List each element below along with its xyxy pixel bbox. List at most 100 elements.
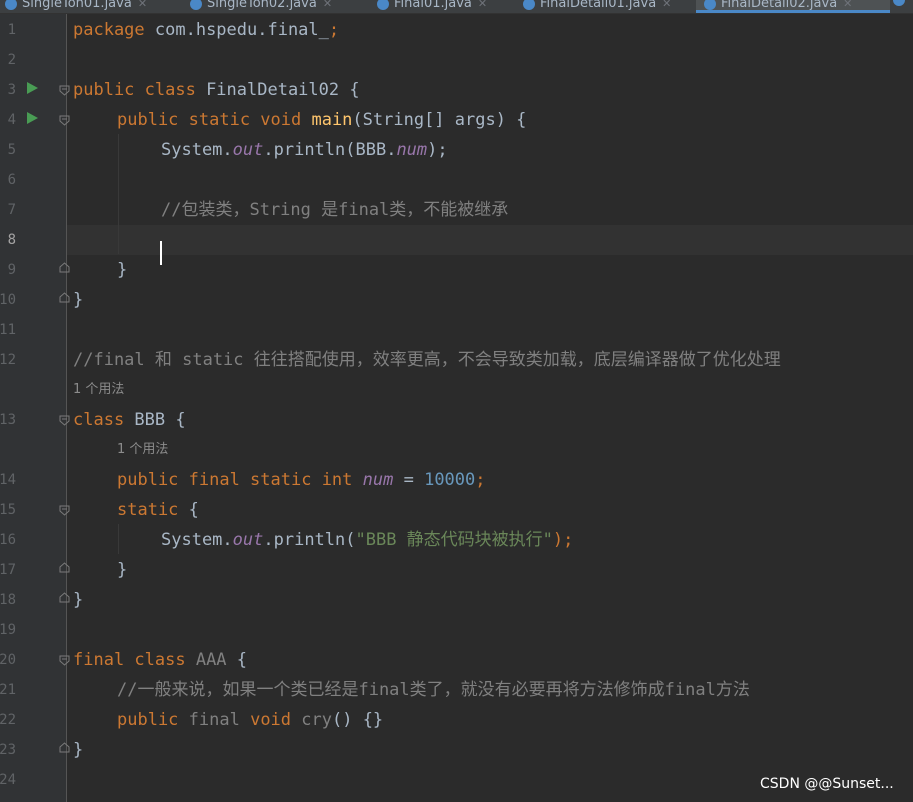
static-field: num bbox=[396, 140, 428, 160]
static-field: out bbox=[232, 140, 264, 160]
line-number: 23 bbox=[0, 742, 16, 758]
fold-end-icon[interactable] bbox=[59, 562, 70, 573]
keyword: package bbox=[73, 20, 155, 40]
fold-icon[interactable] bbox=[59, 85, 70, 96]
code-line-22: public final void cry() {} bbox=[117, 705, 383, 735]
string-literal: "BBB 静态代码块被执行" bbox=[355, 530, 553, 550]
code-line-1: package com.hspedu.final_; bbox=[73, 15, 339, 45]
tab-finaldetail02[interactable]: FinalDetail02.java ✕ bbox=[696, 0, 890, 13]
code-text: ); bbox=[552, 530, 574, 550]
number-literal: 10000 bbox=[424, 470, 476, 490]
indent-guide bbox=[118, 524, 119, 554]
current-line-highlight bbox=[67, 225, 913, 255]
code-text: System. bbox=[161, 530, 233, 550]
line-number: 17 bbox=[0, 562, 16, 578]
code-line-10: } bbox=[73, 290, 84, 310]
watermark: CSDN @@Sunset... bbox=[760, 776, 894, 792]
line-number: 19 bbox=[0, 622, 16, 638]
line-number: 15 bbox=[0, 502, 16, 518]
code-line-18: } bbox=[73, 590, 84, 610]
fold-icon[interactable] bbox=[59, 415, 70, 426]
close-icon[interactable]: ✕ bbox=[478, 0, 487, 10]
keyword: void bbox=[250, 710, 302, 730]
semicolon: ; bbox=[328, 20, 340, 40]
line-number: 6 bbox=[7, 172, 16, 188]
class-name: AAA bbox=[195, 650, 227, 670]
code-line-5: System.out.println(BBB.num); bbox=[161, 135, 448, 165]
line-number: 10 bbox=[0, 292, 16, 308]
keyword: public final static int bbox=[117, 470, 363, 490]
java-class-icon bbox=[190, 0, 202, 10]
tab-singleton02[interactable]: SingleTon02.java ✕ bbox=[190, 0, 332, 13]
line-number: 7 bbox=[7, 202, 16, 218]
code-line-13: class BBB { bbox=[73, 405, 186, 435]
method-name: cry bbox=[301, 710, 332, 730]
close-icon[interactable]: ✕ bbox=[843, 0, 852, 10]
tab-singleton01[interactable]: SingleTon01.java ✕ bbox=[5, 0, 147, 13]
fold-end-icon[interactable] bbox=[59, 262, 70, 273]
line-number: 1 bbox=[7, 22, 16, 38]
indent-guide bbox=[118, 134, 119, 254]
semicolon: ; bbox=[475, 470, 486, 490]
line-number: 18 bbox=[0, 592, 16, 608]
tab-label: SingleTon02.java bbox=[207, 0, 317, 11]
params: (String[] args) { bbox=[352, 110, 527, 130]
fold-end-icon[interactable] bbox=[59, 592, 70, 603]
tab-finaldetail01[interactable]: FinalDetail01.java ✕ bbox=[523, 0, 671, 13]
fold-icon[interactable] bbox=[59, 115, 70, 126]
static-field: num bbox=[362, 470, 394, 490]
usage-hint[interactable]: 1 个用法 bbox=[117, 435, 168, 465]
keyword: public static void bbox=[117, 110, 312, 130]
tab-label: Final01.java bbox=[394, 0, 472, 11]
line-number: 11 bbox=[0, 322, 16, 338]
line-number: 2 bbox=[7, 52, 16, 68]
line-number: 12 bbox=[0, 352, 16, 368]
close-icon[interactable]: ✕ bbox=[662, 0, 671, 10]
code-line-3: public class FinalDetail02 { bbox=[73, 75, 360, 105]
code-line-9: } bbox=[117, 260, 128, 280]
brace: { bbox=[226, 650, 248, 670]
code-line-23: } bbox=[73, 740, 84, 760]
code-line-20: final class AAA { bbox=[73, 645, 247, 675]
keyword: class bbox=[73, 410, 135, 430]
fold-icon[interactable] bbox=[59, 655, 70, 666]
line-number: 22 bbox=[0, 712, 16, 728]
line-number: 5 bbox=[7, 142, 16, 158]
fold-icon[interactable] bbox=[59, 505, 70, 516]
line-number: 13 bbox=[0, 412, 16, 428]
usage-hint[interactable]: 1 个用法 bbox=[73, 375, 124, 405]
fold-end-icon[interactable] bbox=[59, 292, 70, 303]
fold-end-icon[interactable] bbox=[59, 742, 70, 753]
code-text: System. bbox=[161, 140, 233, 160]
java-class-icon bbox=[523, 0, 535, 10]
code-line-12: //final 和 static 往往搭配使用，效率更高，不会导致类加载，底层编… bbox=[73, 350, 781, 370]
close-icon[interactable]: ✕ bbox=[138, 0, 147, 10]
tab-final01[interactable]: Final01.java ✕ bbox=[377, 0, 487, 13]
run-icon[interactable] bbox=[27, 112, 38, 124]
package-name: com.hspedu.final_ bbox=[154, 20, 329, 40]
java-class-icon bbox=[5, 0, 17, 10]
line-number: 21 bbox=[0, 682, 16, 698]
editor-gutter: 1 2 3 4 5 6 7 8 9 10 11 12 13 14 15 16 1… bbox=[0, 14, 70, 802]
operator: = bbox=[393, 470, 425, 490]
code-line-17: } bbox=[117, 560, 128, 580]
line-number: 9 bbox=[7, 262, 16, 278]
close-icon[interactable]: ✕ bbox=[323, 0, 332, 10]
static-field: out bbox=[232, 530, 264, 550]
code-line-16: System.out.println("BBB 静态代码块被执行"); bbox=[161, 525, 573, 555]
line-number: 16 bbox=[0, 532, 16, 548]
code-text: .println(BBB. bbox=[263, 140, 397, 160]
java-class-icon bbox=[704, 0, 716, 10]
code-line-21: //一般来说，如果一个类已经是final类了，就没有必要再将方法修饰成final… bbox=[117, 680, 750, 700]
line-number: 24 bbox=[0, 772, 16, 788]
class-name: FinalDetail02 { bbox=[206, 80, 360, 100]
run-icon[interactable] bbox=[27, 82, 38, 94]
line-number: 20 bbox=[0, 652, 16, 668]
tab-label: FinalDetail01.java bbox=[540, 0, 657, 11]
code-line-7: //包装类，String 是final类，不能被继承 bbox=[161, 200, 509, 220]
editor-tab-bar: SingleTon01.java ✕ SingleTon02.java ✕ Fina… bbox=[0, 0, 913, 14]
tab-label: FinalDetail02.java bbox=[721, 0, 838, 11]
code-line-4: public static void main(String[] args) { bbox=[117, 105, 526, 135]
keyword: final class bbox=[73, 650, 196, 670]
code-text: .println( bbox=[263, 530, 356, 550]
